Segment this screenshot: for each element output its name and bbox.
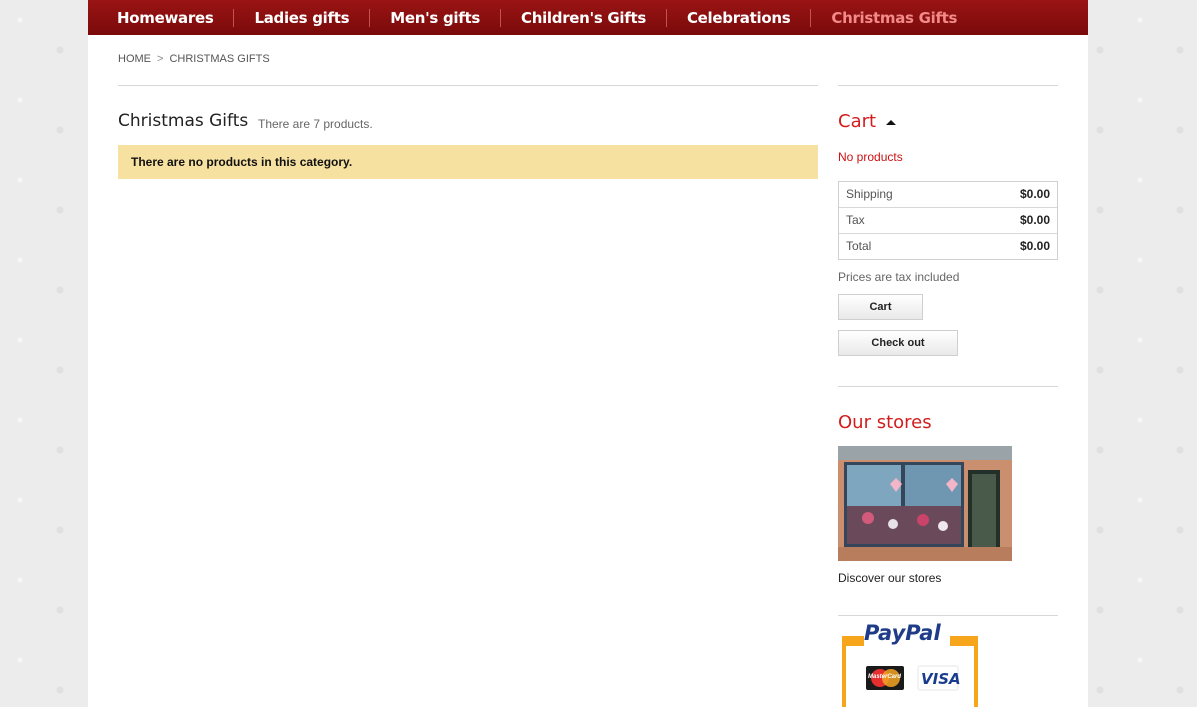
breadcrumb-separator: >	[157, 53, 164, 65]
nav-item-celebrations[interactable]: Celebrations	[665, 8, 810, 27]
category-title: Christmas Gifts	[118, 111, 249, 131]
cart-row-value: $0.00	[1019, 187, 1050, 201]
cart-title[interactable]: Cart	[838, 111, 876, 132]
breadcrumb: Home > Christmas Gifts	[118, 53, 270, 65]
breadcrumb-home-link[interactable]: Home	[118, 53, 151, 65]
top-navigation: Homewares Ladies gifts Men's gifts Child…	[88, 0, 1088, 35]
cart-row-value: $0.00	[1019, 213, 1050, 227]
paypal-logo: PayPal	[864, 622, 941, 645]
checkout-button[interactable]: Check out	[838, 330, 958, 356]
divider	[118, 85, 818, 86]
no-products-warning: There are no products in this category.	[118, 145, 818, 179]
stores-title: Our stores	[838, 412, 932, 433]
nav-item-mens-gifts[interactable]: Men's gifts	[369, 8, 500, 27]
cart-row-label: Tax	[846, 213, 865, 227]
nav-item-childrens-gifts[interactable]: Children's Gifts	[499, 8, 666, 27]
divider	[838, 85, 1058, 86]
divider	[838, 615, 1058, 616]
cart-heading: Cart	[838, 111, 897, 132]
cart-empty-text: No products	[838, 150, 903, 164]
cart-row-shipping: Shipping $0.00	[839, 182, 1057, 207]
tax-note: Prices are tax included	[838, 270, 960, 284]
discover-stores-link[interactable]: Discover our stores	[838, 571, 941, 585]
cart-row-total: Total $0.00	[839, 233, 1057, 259]
nav-item-ladies-gifts[interactable]: Ladies gifts	[233, 8, 369, 27]
cart-button[interactable]: Cart	[838, 294, 923, 320]
cart-row-label: Total	[846, 239, 872, 253]
nav-item-christmas-gifts[interactable]: Christmas Gifts	[810, 8, 977, 27]
paypal-badge[interactable]: PayPal MasterCard VISA	[840, 622, 980, 707]
divider	[838, 386, 1058, 387]
cart-totals-table: Shipping $0.00 Tax $0.00 Total $0.00	[838, 181, 1058, 260]
mastercard-logo: MasterCard	[868, 674, 902, 680]
nav-item-homewares[interactable]: Homewares	[88, 9, 233, 27]
store-photo[interactable]	[838, 446, 1012, 561]
collapse-arrow-icon[interactable]	[886, 119, 897, 125]
breadcrumb-current: Christmas Gifts	[169, 53, 270, 65]
page-container: Homewares Ladies gifts Men's gifts Child…	[88, 0, 1088, 707]
cart-row-label: Shipping	[846, 187, 893, 201]
visa-logo: VISA	[921, 670, 961, 688]
cart-row-value: $0.00	[1019, 239, 1050, 253]
product-count: There are 7 products.	[258, 117, 373, 131]
cart-row-tax: Tax $0.00	[839, 207, 1057, 233]
